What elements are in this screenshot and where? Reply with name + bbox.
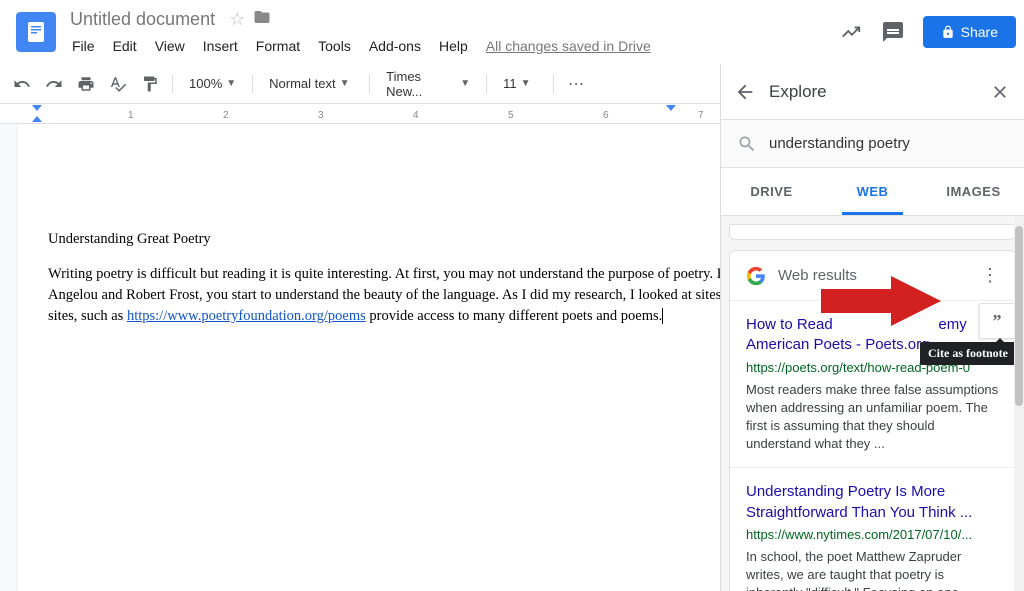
header-right: Share: [839, 16, 1016, 48]
star-icon[interactable]: ☆: [229, 9, 245, 30]
undo-button[interactable]: [8, 70, 36, 98]
explore-title: Explore: [769, 82, 976, 102]
explore-panel: Explore DRIVE WEB IMAGES Web results ⋮: [720, 64, 1024, 591]
doc-link-2[interactable]: https://www.poetryfoundation.org/poems: [127, 308, 366, 324]
save-status[interactable]: All changes saved in Drive: [478, 34, 659, 58]
cite-footnote-button[interactable]: ” Cite as footnote: [979, 303, 1015, 339]
close-icon[interactable]: [988, 80, 1012, 104]
menu-tools[interactable]: Tools: [310, 34, 359, 58]
folder-icon[interactable]: [253, 8, 271, 31]
explore-search-input[interactable]: [769, 135, 1008, 152]
explore-body[interactable]: Web results ⋮ How to Read a Poem | Acad …: [721, 216, 1024, 591]
share-button[interactable]: Share: [923, 16, 1016, 48]
explore-header: Explore: [721, 64, 1024, 120]
font-select[interactable]: Times New...▼: [378, 70, 478, 98]
paint-format-button[interactable]: [136, 70, 164, 98]
activity-icon[interactable]: [839, 20, 863, 44]
cite-tooltip: Cite as footnote: [920, 342, 1016, 365]
title-area: Untitled document ☆ File Edit View Inser…: [64, 7, 839, 58]
menu-view[interactable]: View: [147, 34, 193, 58]
share-label: Share: [961, 24, 998, 40]
menu-insert[interactable]: Insert: [195, 34, 246, 58]
menu-help[interactable]: Help: [431, 34, 476, 58]
tab-drive[interactable]: DRIVE: [721, 168, 822, 215]
doc-title[interactable]: Untitled document: [64, 7, 221, 32]
more-icon[interactable]: ⋮: [981, 265, 999, 286]
menu-bar: File Edit View Insert Format Tools Add-o…: [64, 34, 839, 58]
annotation-arrow: [821, 276, 941, 331]
learn-more-peek: [729, 224, 1016, 240]
comments-icon[interactable]: [881, 20, 905, 44]
result-url: https://www.nytimes.com/2017/07/10/...: [746, 527, 999, 542]
scrollbar-thumb[interactable]: [1015, 226, 1023, 406]
fontsize-select[interactable]: 11▼: [495, 70, 545, 98]
menu-file[interactable]: File: [64, 34, 103, 58]
back-icon[interactable]: [733, 80, 757, 104]
explore-scrollbar[interactable]: [1014, 216, 1024, 591]
style-select[interactable]: Normal text▼: [261, 70, 361, 98]
docs-logo[interactable]: [16, 12, 56, 52]
explore-tabs: DRIVE WEB IMAGES: [721, 168, 1024, 216]
redo-button[interactable]: [40, 70, 68, 98]
zoom-select[interactable]: 100%▼: [181, 70, 244, 98]
spellcheck-button[interactable]: [104, 70, 132, 98]
menu-addons[interactable]: Add-ons: [361, 34, 429, 58]
ruler[interactable]: 1 2 3 4 5 6 7: [0, 104, 720, 124]
result-snippet: Most readers make three false assumption…: [746, 381, 999, 454]
print-button[interactable]: [72, 70, 100, 98]
more-tools-button[interactable]: ⋯: [562, 70, 590, 98]
search-result: Understanding Poetry Is More Straightfor…: [730, 468, 1015, 591]
app-header: Untitled document ☆ File Edit View Inser…: [0, 0, 1024, 64]
result-title[interactable]: Understanding Poetry Is More Straightfor…: [746, 482, 999, 523]
text-cursor: [662, 308, 663, 324]
tab-web[interactable]: WEB: [822, 168, 923, 215]
menu-format[interactable]: Format: [248, 34, 308, 58]
result-snippet: In school, the poet Matthew Zapruder wri…: [746, 548, 999, 591]
explore-search: [721, 120, 1024, 168]
search-icon: [737, 134, 757, 154]
tab-images[interactable]: IMAGES: [923, 168, 1024, 215]
google-logo-icon: [746, 266, 766, 286]
menu-edit[interactable]: Edit: [105, 34, 145, 58]
